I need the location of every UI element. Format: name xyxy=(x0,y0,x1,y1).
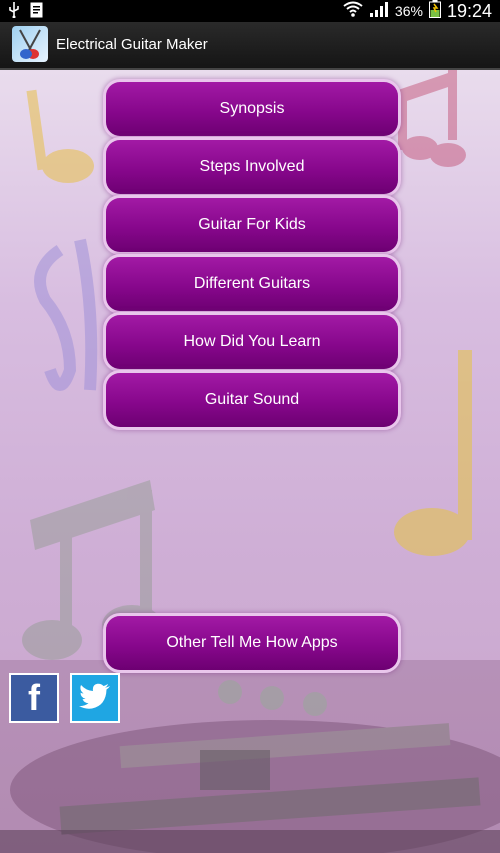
clock: 19:24 xyxy=(446,0,492,21)
battery-percent: 36% xyxy=(394,3,423,19)
guitar-sound-button[interactable]: Guitar Sound xyxy=(106,373,398,427)
signal-icon xyxy=(369,1,389,22)
how-did-you-learn-button[interactable]: How Did You Learn xyxy=(106,315,398,369)
twitter-bird-icon xyxy=(79,683,111,714)
battery-icon xyxy=(428,0,441,23)
steps-involved-button[interactable]: Steps Involved xyxy=(106,140,398,194)
guitar-for-kids-button[interactable]: Guitar For Kids xyxy=(106,198,398,252)
app-title: Electrical Guitar Maker xyxy=(56,36,208,53)
twitter-button[interactable] xyxy=(70,673,120,723)
synopsis-button[interactable]: Synopsis xyxy=(106,82,398,136)
status-bar: 36% 19:24 xyxy=(0,0,500,22)
app-guitar-icon xyxy=(12,26,48,62)
wifi-icon xyxy=(343,1,363,22)
usb-icon xyxy=(8,2,20,23)
other-apps-button[interactable]: Other Tell Me How Apps xyxy=(106,616,398,670)
facebook-button[interactable]: f xyxy=(9,673,59,723)
facebook-icon: f xyxy=(28,677,40,718)
different-guitars-button[interactable]: Different Guitars xyxy=(106,257,398,311)
document-icon xyxy=(30,2,43,23)
